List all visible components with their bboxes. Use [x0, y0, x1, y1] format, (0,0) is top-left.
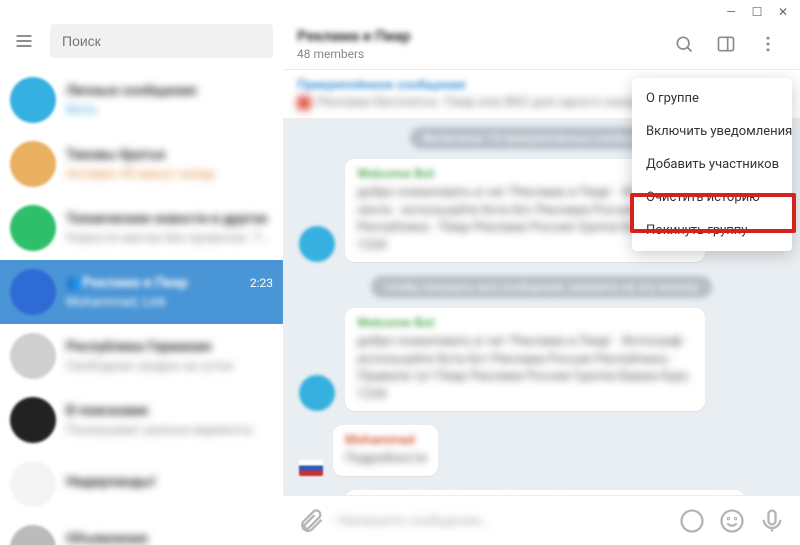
chat-list-item[interactable]: Таковы братья Активен 45 минут назад	[0, 132, 283, 196]
window-controls: — ☐ ✕	[714, 0, 800, 24]
hamburger-menu-button[interactable]	[8, 25, 40, 57]
chat-preview: Новости мигом без проволок. Толь...	[66, 231, 273, 246]
chat-preview: Фото	[66, 103, 273, 118]
chat-name: В поисковик	[66, 403, 149, 419]
message-bubble[interactable]: Welcome Bot добро пожаловать в чат 'Рекл…	[345, 308, 705, 411]
chat-title: Реклама и Пиар	[297, 27, 658, 45]
message-text: добро пожаловать в чат 'Реклама и Пиар' …	[357, 333, 693, 403]
dropdown-item[interactable]: Включить уведомления	[632, 115, 792, 148]
message-text: Подробности	[345, 450, 426, 468]
header-actions	[666, 26, 786, 62]
chat-name: Республика Германия	[66, 339, 211, 355]
chat-meta: Республика Германия Свободная сводка за …	[66, 339, 273, 374]
sticker-icon	[678, 507, 706, 535]
message-block: Правила Пиар Реклама Россия — улучшить в…	[299, 490, 784, 495]
attach-button[interactable]	[297, 507, 325, 535]
chat-time: 2:23	[250, 276, 273, 290]
service-chip-row: чтобы показать все сообщения, нажмите на…	[299, 276, 784, 298]
more-menu-button[interactable]	[750, 26, 786, 62]
window-minimize-button[interactable]: —	[722, 4, 740, 20]
chat-list-item[interactable]: Объявления Внимание друзья	[0, 516, 283, 545]
kebab-icon	[758, 34, 778, 54]
chat-avatar	[10, 77, 56, 123]
app-root: Личные сообщения Фото Таковы братья Акти…	[0, 0, 800, 545]
sticker-button[interactable]	[678, 507, 706, 535]
chat-header: Реклама и Пиар 48 members	[283, 18, 800, 70]
chat-name: Нидерланды!	[66, 474, 155, 490]
chat-options-dropdown: О группеВключить уведомленияДобавить уча…	[632, 78, 792, 251]
chat-avatar	[10, 461, 56, 507]
emoji-button[interactable]	[718, 507, 746, 535]
chat-preview: Показывает разные варианты	[66, 423, 273, 438]
chat-header-titles[interactable]: Реклама и Пиар 48 members	[297, 27, 658, 61]
message-block: Welcome Bot добро пожаловать в чат 'Рекл…	[299, 308, 784, 411]
chat-list-item[interactable]: Личные сообщения Фото	[0, 68, 283, 132]
chat-meta: Технические новости и другое Новости миг…	[66, 211, 273, 246]
chat-avatar	[10, 397, 56, 443]
chat-list-item[interactable]: Технические новости и другое Новости миг…	[0, 196, 283, 260]
hamburger-icon	[14, 31, 34, 51]
chat-avatar	[10, 269, 56, 315]
message-composer: Напишите сообщение...	[283, 495, 800, 545]
chat-name: Объявления	[66, 531, 148, 545]
mic-icon	[758, 507, 786, 535]
chat-avatar	[10, 141, 56, 187]
chat-list-item[interactable]: 👥Реклама и Пиар 2:23 Mohammad, Link	[0, 260, 283, 324]
message-bubble[interactable]: Mohammad Подробности	[333, 425, 438, 476]
chat-list-item[interactable]: Нидерланды!	[0, 452, 283, 516]
sidepanel-button[interactable]	[708, 26, 744, 62]
dropdown-item[interactable]: Добавить участников	[632, 148, 792, 181]
message-bubble[interactable]: Правила Пиар Реклама Россия — улучшить в…	[345, 490, 745, 495]
composer-input[interactable]: Напишите сообщение...	[337, 513, 666, 529]
chat-meta: Личные сообщения Фото	[66, 83, 273, 118]
chat-meta: В поисковик Показывает разные варианты	[66, 403, 273, 438]
message-sender: Mohammad	[345, 433, 426, 448]
sidepanel-icon	[716, 34, 736, 54]
message-avatar[interactable]	[299, 375, 335, 411]
window-maximize-button[interactable]: ☐	[748, 4, 766, 20]
chat-meta: Таковы братья Активен 45 минут назад	[66, 147, 273, 182]
left-header	[0, 18, 283, 68]
chat-list-item[interactable]: Республика Германия Свободная сводка за …	[0, 324, 283, 388]
chat-avatar	[10, 525, 56, 545]
chat-name: Таковы братья	[66, 147, 165, 163]
chat-list-item[interactable]: В поисковик Показывает разные варианты	[0, 388, 283, 452]
chat-meta: 👥Реклама и Пиар 2:23 Mohammad, Link	[66, 275, 273, 310]
search-box[interactable]	[50, 24, 273, 58]
service-chip: чтобы показать все сообщения, нажмите на…	[371, 276, 712, 298]
message-avatar[interactable]	[299, 226, 335, 262]
chat-avatar	[10, 205, 56, 251]
window-close-button[interactable]: ✕	[774, 4, 792, 20]
smile-icon	[718, 507, 746, 535]
chat-preview: Свободная сводка за сутки	[66, 359, 273, 374]
dropdown-item[interactable]: Покинуть группу	[632, 214, 792, 247]
right-column: Реклама и Пиар 48 members Прикреплённое …	[283, 18, 800, 545]
chat-meta: Нидерланды!	[66, 474, 273, 494]
paperclip-icon	[297, 507, 325, 535]
message-avatar-flag[interactable]	[299, 460, 323, 476]
left-column: Личные сообщения Фото Таковы братья Акти…	[0, 18, 283, 545]
dropdown-item[interactable]: Очистить историю	[632, 181, 792, 214]
message-sender: Welcome Bot	[357, 316, 693, 331]
chat-preview: Активен 45 минут назад	[66, 167, 273, 182]
search-in-chat-button[interactable]	[666, 26, 702, 62]
chat-name: Технические новости и другое	[66, 211, 267, 227]
voice-button[interactable]	[758, 507, 786, 535]
chat-name: Личные сообщения	[66, 83, 197, 99]
chat-name: 👥Реклама и Пиар	[66, 275, 188, 291]
search-input[interactable]	[62, 33, 261, 49]
search-icon	[674, 34, 694, 54]
chat-preview: Mohammad, Link	[66, 295, 273, 310]
chat-meta: Объявления Внимание друзья	[66, 531, 273, 545]
dropdown-item[interactable]: О группе	[632, 82, 792, 115]
message-block: Mohammad Подробности	[299, 425, 784, 476]
chat-avatar	[10, 333, 56, 379]
chat-list[interactable]: Личные сообщения Фото Таковы братья Акти…	[0, 68, 283, 545]
chat-subtitle: 48 members	[297, 47, 658, 61]
pinned-emoji-icon	[297, 96, 311, 110]
